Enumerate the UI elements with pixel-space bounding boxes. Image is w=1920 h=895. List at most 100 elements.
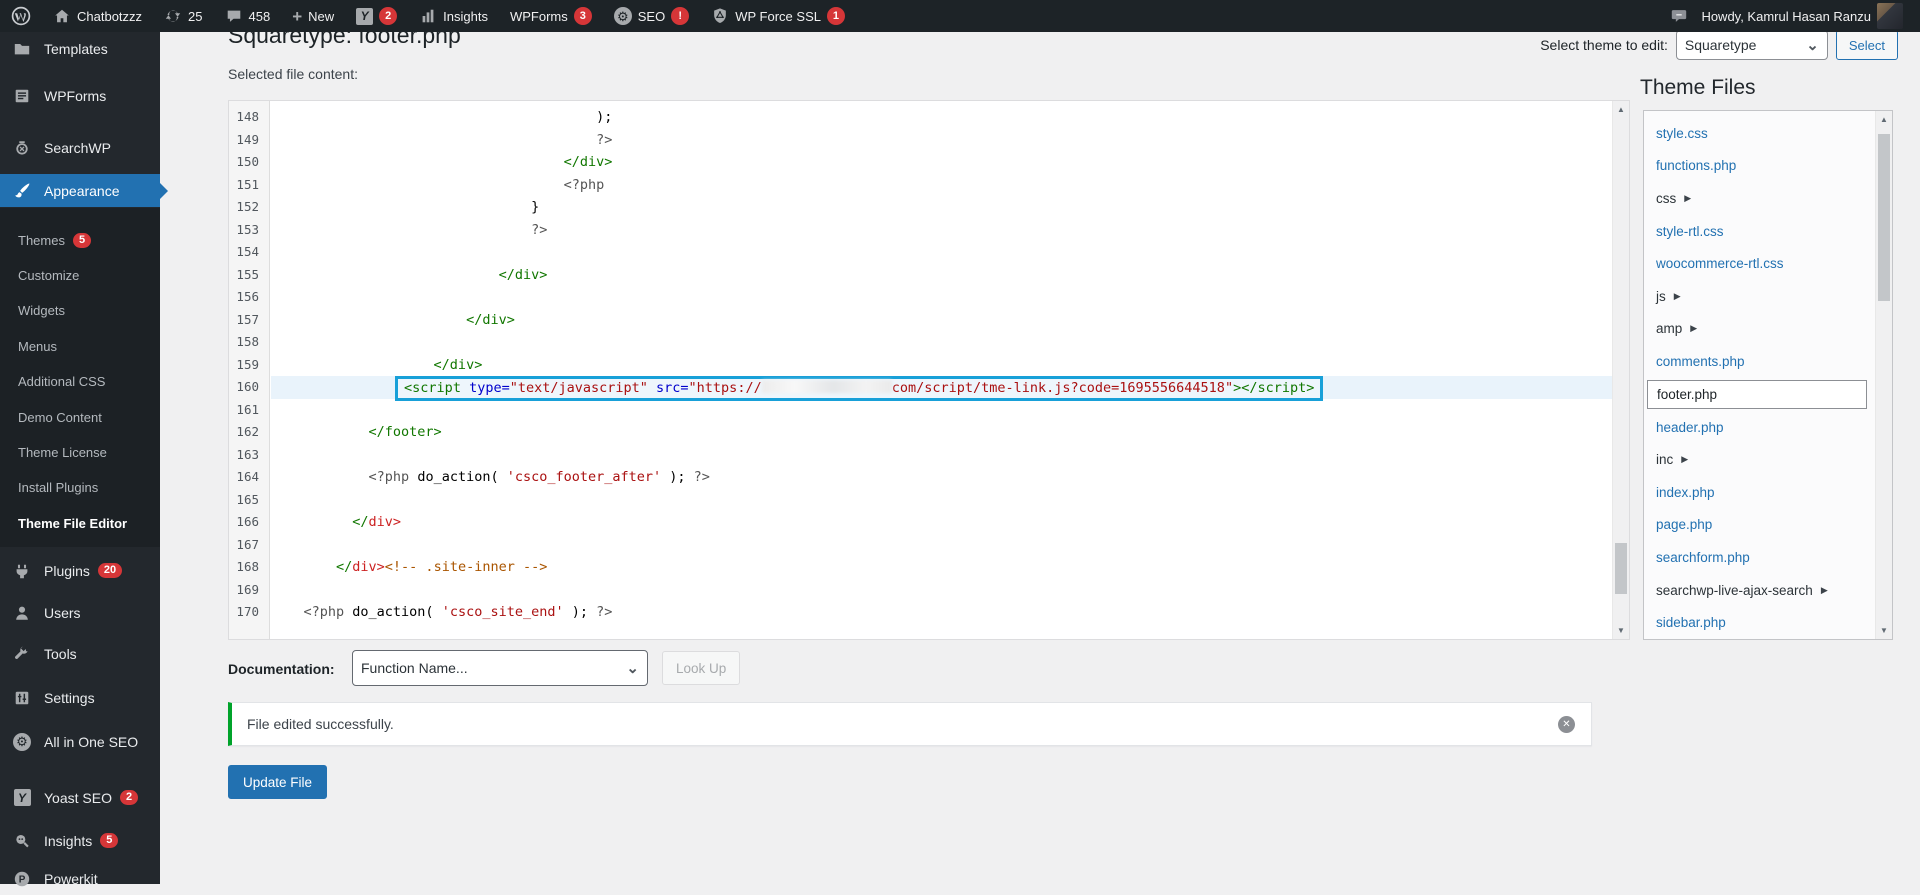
insights-menu[interactable]: Insights [408, 0, 499, 32]
seo-menu[interactable]: ⚙ SEO ! [603, 0, 700, 32]
code-line-160[interactable]: <script type="text/javascript" src="http… [271, 376, 1612, 399]
theme-folder-amp[interactable]: amp▶ [1644, 313, 1875, 346]
editor-code-area[interactable]: ); ?> </div> <?php } ?> [271, 101, 1612, 639]
updates-menu[interactable]: 25 [153, 0, 213, 32]
update-file-button[interactable]: Update File [228, 765, 327, 799]
sidebar-item-insights[interactable]: Insights5 [0, 824, 160, 857]
code-line-164[interactable]: <?php do_action( 'csco_footer_after' ); … [271, 466, 1612, 489]
code-line-152[interactable]: } [271, 196, 1612, 219]
code-line-165[interactable] [271, 489, 1612, 512]
wpforms-menu[interactable]: WPForms 3 [499, 0, 603, 32]
comments-menu[interactable]: 458 [214, 0, 282, 32]
new-content-menu[interactable]: + New [281, 0, 345, 32]
code-line-154[interactable] [271, 241, 1612, 264]
code-token: </div> [271, 154, 612, 170]
theme-select[interactable]: Squaretype ⌄ [1676, 30, 1828, 60]
code-line-156[interactable] [271, 286, 1612, 309]
submenu-item-themes[interactable]: Themes5 [18, 230, 91, 250]
theme-file-page-php[interactable]: page.php [1644, 509, 1875, 542]
theme-file-woocommerce-rtl-css[interactable]: woocommerce-rtl.css [1644, 247, 1875, 280]
theme-files-scrollbar-thumb[interactable] [1878, 134, 1890, 301]
theme-file-style-css[interactable]: style.css [1644, 117, 1875, 150]
code-line-169[interactable] [271, 579, 1612, 602]
theme-file-header-php[interactable]: header.php [1644, 411, 1875, 444]
sidebar-item-badge: 2 [120, 790, 138, 805]
scroll-down-icon[interactable]: ▼ [1613, 622, 1629, 639]
submenu-item-demo-content[interactable]: Demo Content [18, 407, 102, 427]
sidebar-item-appearance[interactable]: Appearance [0, 174, 160, 207]
theme-file-functions-php[interactable]: functions.php [1644, 150, 1875, 183]
code-line-166[interactable]: </div> [271, 511, 1612, 534]
submenu-item-widgets[interactable]: Widgets [18, 301, 65, 321]
code-line-150[interactable]: </div> [271, 151, 1612, 174]
theme-folder-searchwp-live-ajax-search[interactable]: searchwp-live-ajax-search▶ [1644, 574, 1875, 607]
code-token: </ [271, 559, 352, 575]
scroll-up-icon[interactable]: ▲ [1613, 101, 1629, 118]
editor-gutter: 1481491501511521531541551561571581591601… [229, 101, 270, 639]
theme-file-searchform-php[interactable]: searchform.php [1644, 541, 1875, 574]
code-line-149[interactable]: ?> [271, 129, 1612, 152]
sliders-icon [9, 689, 35, 707]
yoast-menu[interactable]: Y 2 [345, 0, 408, 32]
documentation-select[interactable]: Function Name... ⌄ [352, 650, 648, 686]
code-line-155[interactable]: </div> [271, 264, 1612, 287]
theme-files-title: Theme Files [1640, 76, 1756, 100]
file-label: woocommerce-rtl.css [1656, 256, 1784, 271]
documentation-select-value: Function Name... [361, 660, 468, 676]
theme-folder-js[interactable]: js▶ [1644, 280, 1875, 313]
code-line-170[interactable]: <?php do_action( 'csco_site_end' ); ?> [271, 601, 1612, 624]
submenu-item-theme-file-editor[interactable]: Theme File Editor [18, 513, 127, 533]
feedback-bubble-icon[interactable] [1669, 7, 1689, 25]
code-editor[interactable]: 1481491501511521531541551561571581591601… [228, 100, 1630, 640]
code-line-157[interactable]: </div> [271, 309, 1612, 332]
code-line-161[interactable] [271, 399, 1612, 422]
theme-file-comments-php[interactable]: comments.php [1644, 345, 1875, 378]
submenu-item-install-plugins[interactable]: Install Plugins [18, 478, 98, 498]
scroll-down-icon[interactable]: ▼ [1876, 622, 1892, 639]
line-number: 150 [229, 151, 269, 174]
dismiss-notice-icon[interactable]: ✕ [1558, 716, 1575, 733]
sidebar-item-settings[interactable]: Settings [0, 681, 160, 714]
code-line-159[interactable]: </div> [271, 354, 1612, 377]
code-line-158[interactable] [271, 331, 1612, 354]
theme-folder-inc[interactable]: inc▶ [1644, 443, 1875, 476]
wp-force-ssl-menu[interactable]: WP Force SSL 1 [700, 0, 856, 32]
admin-bar: Chatbotzzz 25 458 + New Y 2 Insights WPF… [0, 0, 1920, 32]
code-line-162[interactable]: </footer> [271, 421, 1612, 444]
editor-scrollbar-thumb[interactable] [1615, 543, 1627, 594]
editor-scrollbar[interactable]: ▲ ▼ [1612, 101, 1629, 639]
sidebar-item-tools[interactable]: Tools [0, 637, 160, 670]
theme-file-sidebar-php[interactable]: sidebar.php [1644, 606, 1875, 639]
code-line-168[interactable]: </div><!-- .site-inner --> [271, 556, 1612, 579]
sidebar-item-aioseo[interactable]: ⚙All in One SEO [0, 725, 160, 758]
site-menu[interactable]: Chatbotzzz [42, 0, 153, 32]
submenu-item-customize[interactable]: Customize [18, 265, 79, 285]
submenu-item-menus[interactable]: Menus [18, 336, 57, 356]
theme-file-footer-php[interactable]: footer.php [1647, 380, 1867, 409]
theme-file-style-rtl-css[interactable]: style-rtl.css [1644, 215, 1875, 248]
lookup-button[interactable]: Look Up [662, 651, 740, 685]
sidebar-item-yoast-seo[interactable]: YYoast SEO2 [0, 781, 160, 814]
sidebar-item-powerkit[interactable]: PPowerkit [0, 862, 160, 895]
code-line-153[interactable]: ?> [271, 219, 1612, 242]
sidebar-item-wpforms[interactable]: WPForms [0, 79, 160, 112]
submenu-item-additional-css[interactable]: Additional CSS [18, 372, 105, 392]
theme-folder-css[interactable]: css▶ [1644, 182, 1875, 215]
code-line-151[interactable]: <?php [271, 174, 1612, 197]
scroll-up-icon[interactable]: ▲ [1876, 111, 1892, 128]
sidebar-item-users[interactable]: Users [0, 596, 160, 629]
sidebar-item-templates[interactable]: Templates [0, 32, 160, 65]
select-theme-button[interactable]: Select [1836, 30, 1898, 60]
sidebar-item-searchwp[interactable]: SearchWP [0, 131, 160, 164]
my-account-menu[interactable]: Howdy, Kamrul Hasan Ranzu [1698, 0, 1906, 32]
submenu-item-theme-license[interactable]: Theme License [18, 442, 107, 462]
theme-select-value: Squaretype [1685, 37, 1757, 53]
theme-file-index-php[interactable]: index.php [1644, 476, 1875, 509]
theme-files-scrollbar[interactable]: ▲ ▼ [1875, 111, 1892, 639]
wp-logo-menu[interactable] [0, 0, 42, 32]
code-line-167[interactable] [271, 534, 1612, 557]
chevron-down-icon: ⌄ [616, 659, 639, 677]
code-line-163[interactable] [271, 444, 1612, 467]
sidebar-item-plugins[interactable]: Plugins20 [0, 554, 160, 587]
code-line-148[interactable]: ); [271, 106, 1612, 129]
